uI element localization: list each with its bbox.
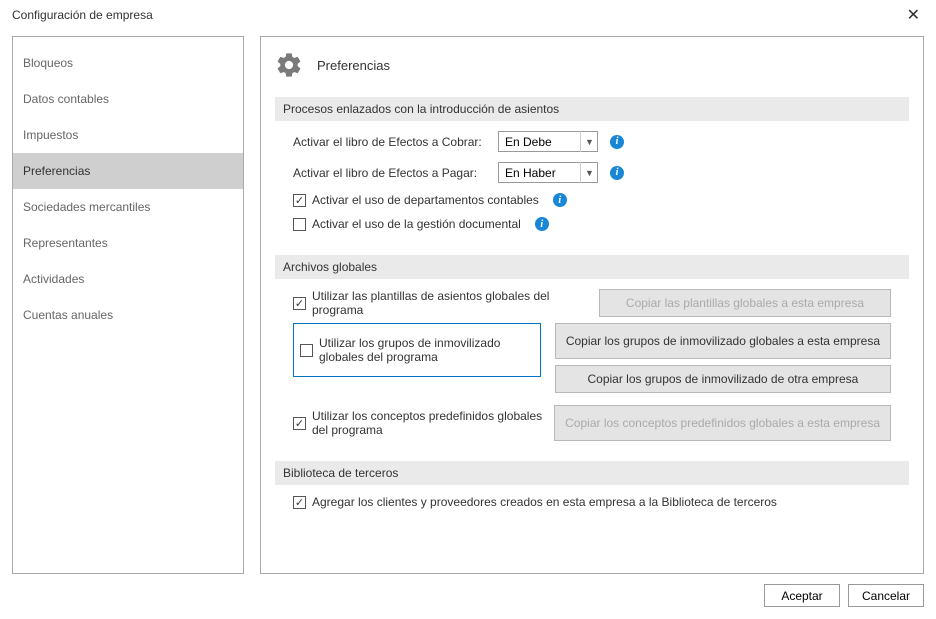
section-header-archivos: Archivos globales — [275, 255, 909, 279]
checkbox-inmovilizado-globales[interactable] — [300, 344, 313, 357]
sidebar-item-bloqueos[interactable]: Bloqueos — [13, 45, 243, 81]
gear-icon — [275, 51, 303, 79]
highlight-inmovilizado: Utilizar los grupos de inmovilizado glob… — [293, 323, 541, 377]
sidebar-item-actividades[interactable]: Actividades — [13, 261, 243, 297]
label-efectos-pagar: Activar el libro de Efectos a Pagar: — [293, 166, 498, 180]
copy-conceptos-button: Copiar los conceptos predefinidos global… — [554, 405, 891, 441]
label-conceptos-predefinidos: Utilizar los conceptos predefinidos glob… — [312, 409, 546, 437]
info-icon[interactable]: i — [610, 166, 624, 180]
label-inmovilizado-globales: Utilizar los grupos de inmovilizado glob… — [319, 336, 532, 364]
select-efectos-cobrar[interactable]: ▼ — [498, 131, 598, 152]
chevron-down-icon[interactable]: ▼ — [580, 162, 598, 183]
section-header-procesos: Procesos enlazados con la introducción d… — [275, 97, 909, 121]
page-title: Preferencias — [317, 58, 390, 73]
checkbox-biblioteca-terceros[interactable]: ✓ — [293, 496, 306, 509]
section-header-biblioteca: Biblioteca de terceros — [275, 461, 909, 485]
sidebar-item-sociedades[interactable]: Sociedades mercantiles — [13, 189, 243, 225]
select-efectos-pagar[interactable]: ▼ — [498, 162, 598, 183]
info-icon[interactable]: i — [553, 193, 567, 207]
label-plantillas-globales: Utilizar las plantillas de asientos glob… — [312, 289, 591, 317]
close-icon[interactable]: ✕ — [903, 5, 924, 25]
info-icon[interactable]: i — [610, 135, 624, 149]
main-panel: Preferencias Procesos enlazados con la i… — [260, 36, 924, 574]
window-title: Configuración de empresa — [12, 8, 153, 22]
sidebar-item-preferencias[interactable]: Preferencias — [13, 153, 243, 189]
checkbox-gestion-documental[interactable] — [293, 218, 306, 231]
label-biblioteca-terceros: Agregar los clientes y proveedores cread… — [312, 495, 777, 509]
checkbox-plantillas-globales[interactable]: ✓ — [293, 297, 306, 310]
info-icon[interactable]: i — [535, 217, 549, 231]
sidebar-item-cuentas-anuales[interactable]: Cuentas anuales — [13, 297, 243, 333]
cancel-button[interactable]: Cancelar — [848, 584, 924, 607]
checkbox-conceptos-predefinidos[interactable]: ✓ — [293, 417, 306, 430]
label-gestion-documental: Activar el uso de la gestión documental — [312, 217, 521, 231]
copy-inmovilizado-otra-button[interactable]: Copiar los grupos de inmovilizado de otr… — [555, 365, 891, 393]
checkbox-departamentos[interactable]: ✓ — [293, 194, 306, 207]
copy-plantillas-button: Copiar las plantillas globales a esta em… — [599, 289, 891, 317]
label-efectos-cobrar: Activar el libro de Efectos a Cobrar: — [293, 135, 498, 149]
sidebar: Bloqueos Datos contables Impuestos Prefe… — [12, 36, 244, 574]
sidebar-item-impuestos[interactable]: Impuestos — [13, 117, 243, 153]
sidebar-item-representantes[interactable]: Representantes — [13, 225, 243, 261]
sidebar-item-datos-contables[interactable]: Datos contables — [13, 81, 243, 117]
chevron-down-icon[interactable]: ▼ — [580, 131, 598, 152]
label-departamentos: Activar el uso de departamentos contable… — [312, 193, 539, 207]
copy-inmovilizado-globales-button[interactable]: Copiar los grupos de inmovilizado global… — [555, 323, 891, 359]
accept-button[interactable]: Aceptar — [764, 584, 840, 607]
